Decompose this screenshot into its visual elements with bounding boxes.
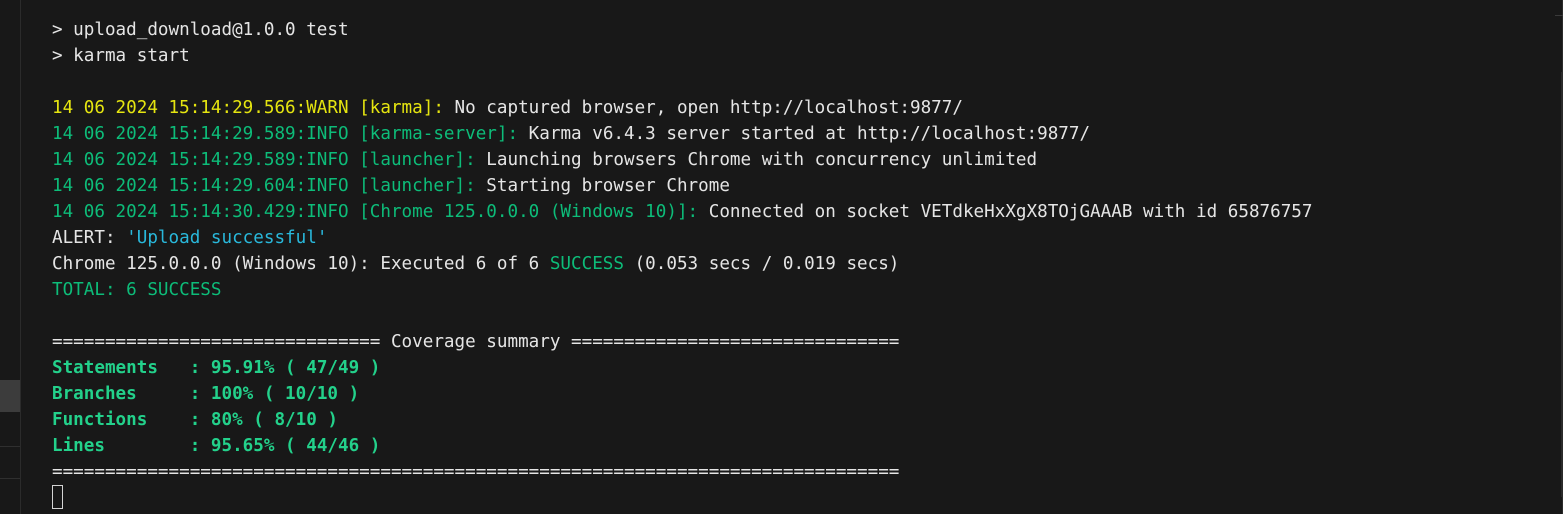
total-line: TOTAL: 6 SUCCESS bbox=[52, 280, 222, 300]
left-gutter bbox=[0, 0, 21, 514]
gutter-divider bbox=[0, 478, 20, 479]
coverage-label: Functions : bbox=[52, 410, 211, 430]
coverage-value: 95.65% ( 44/46 ) bbox=[210, 436, 381, 456]
executed-line: Chrome 125.0.0.0 (Windows 10): Executed … bbox=[52, 251, 1553, 277]
coverage-footer: ========================================… bbox=[52, 462, 900, 482]
log-prefix: 14 06 2024 15:14:29.589:INFO [karma-serv… bbox=[52, 124, 519, 144]
log-message: Karma v6.4.3 server started at http://lo… bbox=[518, 124, 1091, 144]
log-message: Launching browsers Chrome with concurren… bbox=[475, 150, 1038, 170]
log-line-info: 14 06 2024 15:14:30.429:INFO [Chrome 125… bbox=[52, 199, 1553, 225]
executed-success: SUCCESS bbox=[549, 254, 624, 274]
coverage-label: Branches : bbox=[52, 384, 211, 404]
alert-label: ALERT: bbox=[52, 228, 127, 248]
executed-prefix: Chrome 125.0.0.0 (Windows 10): Executed … bbox=[52, 254, 550, 274]
log-message: No captured browser, open http://localho… bbox=[443, 98, 963, 118]
terminal-panel[interactable]: > upload_download@1.0.0 test > karma sta… bbox=[0, 0, 1563, 514]
coverage-value: 80% ( 8/10 ) bbox=[210, 410, 338, 430]
terminal-output[interactable]: > upload_download@1.0.0 test > karma sta… bbox=[52, 17, 1553, 511]
coverage-header: =============================== Coverage… bbox=[52, 332, 900, 352]
coverage-label: Statements : bbox=[52, 358, 211, 378]
executed-suffix: (0.053 secs / 0.019 secs) bbox=[624, 254, 900, 274]
log-line-info: 14 06 2024 15:14:29.604:INFO [launcher]:… bbox=[52, 173, 1553, 199]
log-message: Starting browser Chrome bbox=[475, 176, 730, 196]
text-cursor[interactable] bbox=[52, 485, 63, 509]
log-prefix: 14 06 2024 15:14:30.429:INFO [Chrome 125… bbox=[52, 202, 699, 222]
prompt-line[interactable] bbox=[52, 485, 1553, 511]
coverage-value: 95.91% ( 47/49 ) bbox=[210, 358, 381, 378]
coverage-row-branches: Branches : 100% ( 10/10 ) bbox=[52, 381, 1553, 407]
log-prefix: 14 06 2024 15:14:29.566:WARN [karma]: bbox=[52, 98, 444, 118]
gutter-active-marker bbox=[0, 380, 20, 412]
log-line-warn: 14 06 2024 15:14:29.566:WARN [karma]: No… bbox=[52, 95, 1553, 121]
log-line-info: 14 06 2024 15:14:29.589:INFO [launcher]:… bbox=[52, 147, 1553, 173]
command-line: > upload_download@1.0.0 test bbox=[52, 20, 349, 40]
gutter-divider bbox=[0, 446, 20, 447]
coverage-label: Lines : bbox=[52, 436, 211, 456]
command-line: > karma start bbox=[52, 46, 190, 66]
coverage-value: 100% ( 10/10 ) bbox=[210, 384, 360, 404]
coverage-row-functions: Functions : 80% ( 8/10 ) bbox=[52, 407, 1553, 433]
log-message: Connected on socket VETdkeHxXgX8TOjGAAAB… bbox=[698, 202, 1313, 222]
coverage-row-lines: Lines : 95.65% ( 44/46 ) bbox=[52, 433, 1553, 459]
alert-text: 'Upload successful' bbox=[126, 228, 328, 248]
log-prefix: 14 06 2024 15:14:29.604:INFO [launcher]: bbox=[52, 176, 476, 196]
alert-line: ALERT: 'Upload successful' bbox=[52, 225, 1553, 251]
log-line-info: 14 06 2024 15:14:29.589:INFO [karma-serv… bbox=[52, 121, 1553, 147]
coverage-row-statements: Statements : 95.91% ( 47/49 ) bbox=[52, 355, 1553, 381]
scrollbar-tick bbox=[1555, 15, 1563, 16]
log-prefix: 14 06 2024 15:14:29.589:INFO [launcher]: bbox=[52, 150, 476, 170]
